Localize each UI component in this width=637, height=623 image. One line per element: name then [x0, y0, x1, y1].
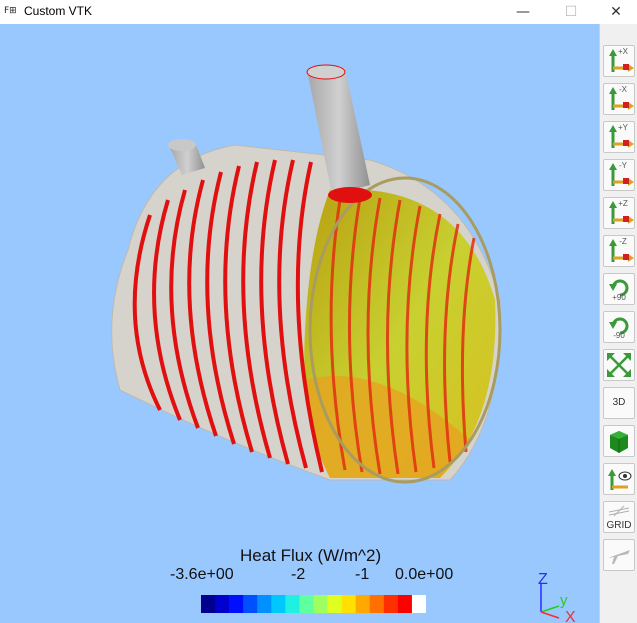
toolbar-button-9[interactable]: 3D [603, 387, 635, 419]
maximize-button[interactable]: ☐ [548, 0, 594, 24]
toolbar-button-label: +Z [618, 199, 628, 208]
color-bar-swatch [215, 595, 230, 613]
app-icon: F⊞ [4, 6, 17, 16]
toolbar-button-0[interactable]: +X [603, 45, 635, 77]
tall-pipe-cap [306, 64, 346, 80]
color-bar-swatch [243, 595, 258, 613]
toolbar-button-label: -90 [613, 331, 625, 340]
toolbar-button-13[interactable] [603, 539, 635, 571]
orientation-axes: Z y X [538, 572, 576, 623]
toolbar-button-4[interactable]: +Z [603, 197, 635, 229]
pipe-hotspot [328, 187, 372, 203]
toolbar-button-5[interactable]: -Z [603, 235, 635, 267]
toolbar-button-2[interactable]: +Y [603, 121, 635, 153]
toolbar-button-label: -Z [619, 237, 627, 246]
toolbar-button-3[interactable]: -Y [603, 159, 635, 191]
color-bar-swatch [369, 595, 385, 613]
color-bar-swatch [355, 595, 371, 613]
toolbar-button-7[interactable]: -90 [603, 311, 635, 343]
render-viewport[interactable]: Heat Flux (W/m^2) -3.6e+00 -2 -1 0.0e+00… [0, 24, 599, 623]
toolbar-button-8[interactable] [603, 349, 635, 381]
toolbar-button-6[interactable]: +90 [603, 273, 635, 305]
toolbar-button-label: +90 [612, 293, 626, 302]
x-axis-label: X [565, 609, 576, 623]
toolbar-button-label: +Y [617, 123, 628, 132]
toolbar-button-label: -X [619, 85, 627, 94]
minimize-button[interactable]: — [500, 0, 546, 24]
legend-tick-max: 0.0e+00 [395, 566, 454, 583]
color-bar-swatch [257, 595, 272, 613]
color-bar-swatch [397, 595, 413, 613]
x-axis [540, 611, 560, 619]
small-pipe-cap [168, 139, 196, 151]
view-toolbar: +X -X +Y -Y +Z -Z +90 -90 3D GRID [599, 24, 637, 623]
close-button[interactable]: ✕ [593, 0, 637, 24]
color-bar-swatch [411, 595, 426, 613]
color-bar-swatch [383, 595, 399, 613]
color-bar-swatch [327, 595, 343, 613]
z-axis-label: Z [538, 572, 548, 588]
y-axis-label: y [560, 592, 568, 609]
title-bar: F⊞ Custom VTK — ☐ ✕ [0, 0, 637, 24]
toolbar-button-label: GRID [606, 520, 632, 531]
legend-tick-min: -3.6e+00 [170, 566, 234, 583]
color-bar [201, 595, 426, 613]
toolbar-button-label: +X [617, 47, 628, 56]
toolbar-button-11[interactable] [603, 463, 635, 495]
color-bar-swatch [229, 595, 244, 613]
y-axis [540, 605, 560, 613]
cylinder-model[interactable] [0, 24, 599, 623]
legend-tick-1: -1 [355, 566, 370, 583]
color-bar-swatch [341, 595, 357, 613]
legend-tick-2: -2 [291, 566, 306, 583]
window-title: Custom VTK [24, 4, 93, 18]
toolbar-button-label: -Y [619, 161, 627, 170]
toolbar-button-1[interactable]: -X [603, 83, 635, 115]
color-bar-swatch [299, 595, 314, 613]
toolbar-button-10[interactable] [603, 425, 635, 457]
color-bar-swatch [313, 595, 329, 613]
color-bar-swatch [271, 595, 286, 613]
toolbar-button-12[interactable]: GRID [603, 501, 635, 533]
color-bar-swatch [201, 595, 216, 613]
legend-title: Heat Flux (W/m^2) [240, 546, 382, 565]
toolbar-button-label: 3D [612, 397, 626, 408]
color-bar-swatch [285, 595, 300, 613]
